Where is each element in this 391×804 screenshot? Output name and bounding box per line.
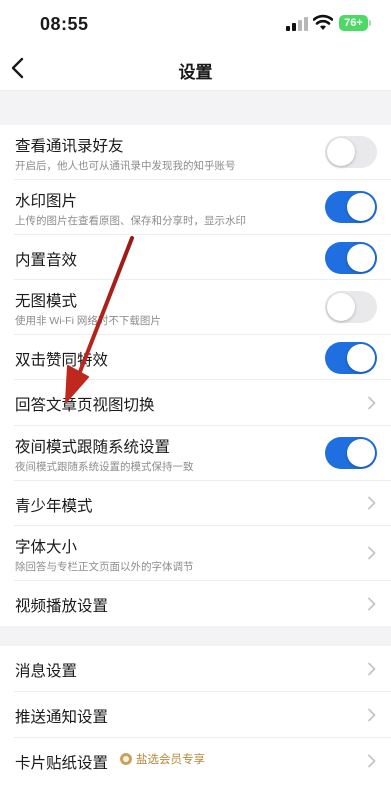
- setting-push-notifications[interactable]: 推送通知设置: [14, 692, 391, 738]
- setting-double-tap-effect[interactable]: 双击赞同特效: [14, 335, 391, 380]
- setting-title: 视频播放设置: [15, 598, 109, 615]
- chevron-right-icon: [368, 754, 376, 768]
- setting-night-mode[interactable]: 夜间模式跟随系统设置 夜间模式跟随系统设置的模式保持一致: [14, 426, 391, 481]
- setting-view-switch[interactable]: 回答文章页视图切换: [14, 380, 391, 426]
- setting-title: 查看通讯录好友: [15, 138, 124, 155]
- double-tap-toggle[interactable]: [325, 342, 377, 374]
- setting-card-stickers[interactable]: 卡片贴纸设置 盐选会员专享: [14, 738, 391, 784]
- setting-teen-mode[interactable]: 青少年模式: [14, 481, 391, 526]
- chevron-right-icon: [368, 597, 376, 610]
- setting-title: 字体大小: [15, 539, 78, 556]
- chevron-right-icon: [368, 546, 376, 560]
- vip-badge: 盐选会员专享: [120, 751, 205, 767]
- settings-group-general: 查看通讯录好友 开启后，他人也可从通讯录中发现我的知乎账号 水印图片 上传的图片…: [0, 125, 391, 626]
- settings-group-notifications: 消息设置 推送通知设置 卡片贴纸设置 盐选会员专享: [0, 646, 391, 784]
- battery-icon: 76+: [339, 15, 371, 31]
- chevron-right-icon: [368, 396, 376, 409]
- chevron-right-icon: [368, 662, 376, 675]
- setting-video-playback[interactable]: 视频播放设置: [14, 581, 391, 626]
- setting-title: 消息设置: [15, 663, 78, 680]
- vip-badge-label: 盐选会员专享: [136, 754, 205, 766]
- setting-title: 青少年模式: [15, 498, 93, 515]
- setting-sound-effects[interactable]: 内置音效: [14, 235, 391, 280]
- setting-subtitle: 使用非 Wi-Fi 网络时不下载图片: [15, 315, 161, 327]
- setting-subtitle: 除回答与专栏正文页面以外的字体调节: [15, 561, 194, 573]
- setting-watermark[interactable]: 水印图片 上传的图片在查看原图、保存和分享时，显示水印: [14, 180, 391, 235]
- watermark-toggle[interactable]: [325, 191, 377, 223]
- setting-title: 双击赞同特效: [15, 352, 109, 369]
- chevron-right-icon: [368, 708, 376, 721]
- page-title: 设置: [178, 63, 213, 82]
- sound-effects-toggle[interactable]: [325, 242, 377, 274]
- setting-subtitle: 夜间模式跟随系统设置的模式保持一致: [15, 461, 194, 473]
- vip-icon: [120, 753, 132, 765]
- chevron-right-icon: [368, 496, 376, 510]
- setting-title: 夜间模式跟随系统设置: [15, 439, 171, 456]
- setting-subtitle: 上传的图片在查看原图、保存和分享时，显示水印: [15, 215, 246, 227]
- setting-contacts-friends[interactable]: 查看通讯录好友 开启后，他人也可从通讯录中发现我的知乎账号: [14, 125, 391, 180]
- signal-icon: [286, 17, 308, 31]
- setting-subtitle: 开启后，他人也可从通讯录中发现我的知乎账号: [15, 160, 236, 172]
- status-time: 08:55: [40, 14, 89, 34]
- setting-title: 回答文章页视图切换: [15, 397, 155, 414]
- section-divider: [0, 91, 391, 125]
- no-image-toggle[interactable]: [325, 291, 377, 323]
- setting-title: 无图模式: [15, 293, 78, 310]
- setting-title: 推送通知设置: [15, 709, 109, 726]
- wifi-icon: [313, 14, 333, 30]
- night-mode-toggle[interactable]: [325, 437, 377, 469]
- setting-title: 卡片贴纸设置: [15, 755, 109, 772]
- contacts-toggle[interactable]: [325, 136, 377, 168]
- nav-bar: 设置: [0, 46, 391, 91]
- setting-font-size[interactable]: 字体大小 除回答与专栏正文页面以外的字体调节: [14, 526, 391, 581]
- setting-messages[interactable]: 消息设置: [14, 646, 391, 692]
- setting-no-image-mode[interactable]: 无图模式 使用非 Wi-Fi 网络时不下载图片: [14, 280, 391, 335]
- section-divider: [0, 626, 391, 646]
- status-bar: 08:55 76+: [0, 0, 391, 46]
- setting-title: 内置音效: [15, 252, 78, 269]
- setting-title: 水印图片: [15, 193, 78, 210]
